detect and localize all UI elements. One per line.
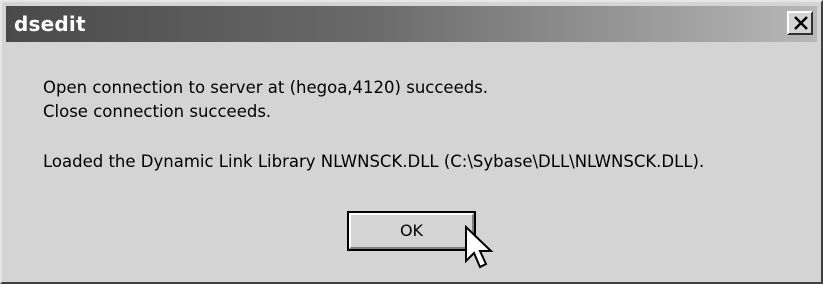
close-icon (794, 16, 808, 30)
message-line-dll-loaded: Loaded the Dynamic Link Library NLWNSCK.… (43, 152, 705, 171)
ok-button-label: OK (399, 221, 424, 240)
mouse-pointer-icon (465, 225, 494, 269)
title-bar[interactable]: dsedit (6, 6, 817, 42)
message-line-connection-open: Open connection to server at (hegoa,4120… (43, 78, 489, 97)
ok-button[interactable]: OK (347, 211, 476, 251)
message-line-connection-close: Close connection succeeds. (43, 102, 272, 121)
close-button[interactable] (787, 11, 813, 35)
window-title: dsedit (14, 12, 86, 36)
message-dialog: dsedit Open connection to server at (heg… (0, 0, 823, 284)
